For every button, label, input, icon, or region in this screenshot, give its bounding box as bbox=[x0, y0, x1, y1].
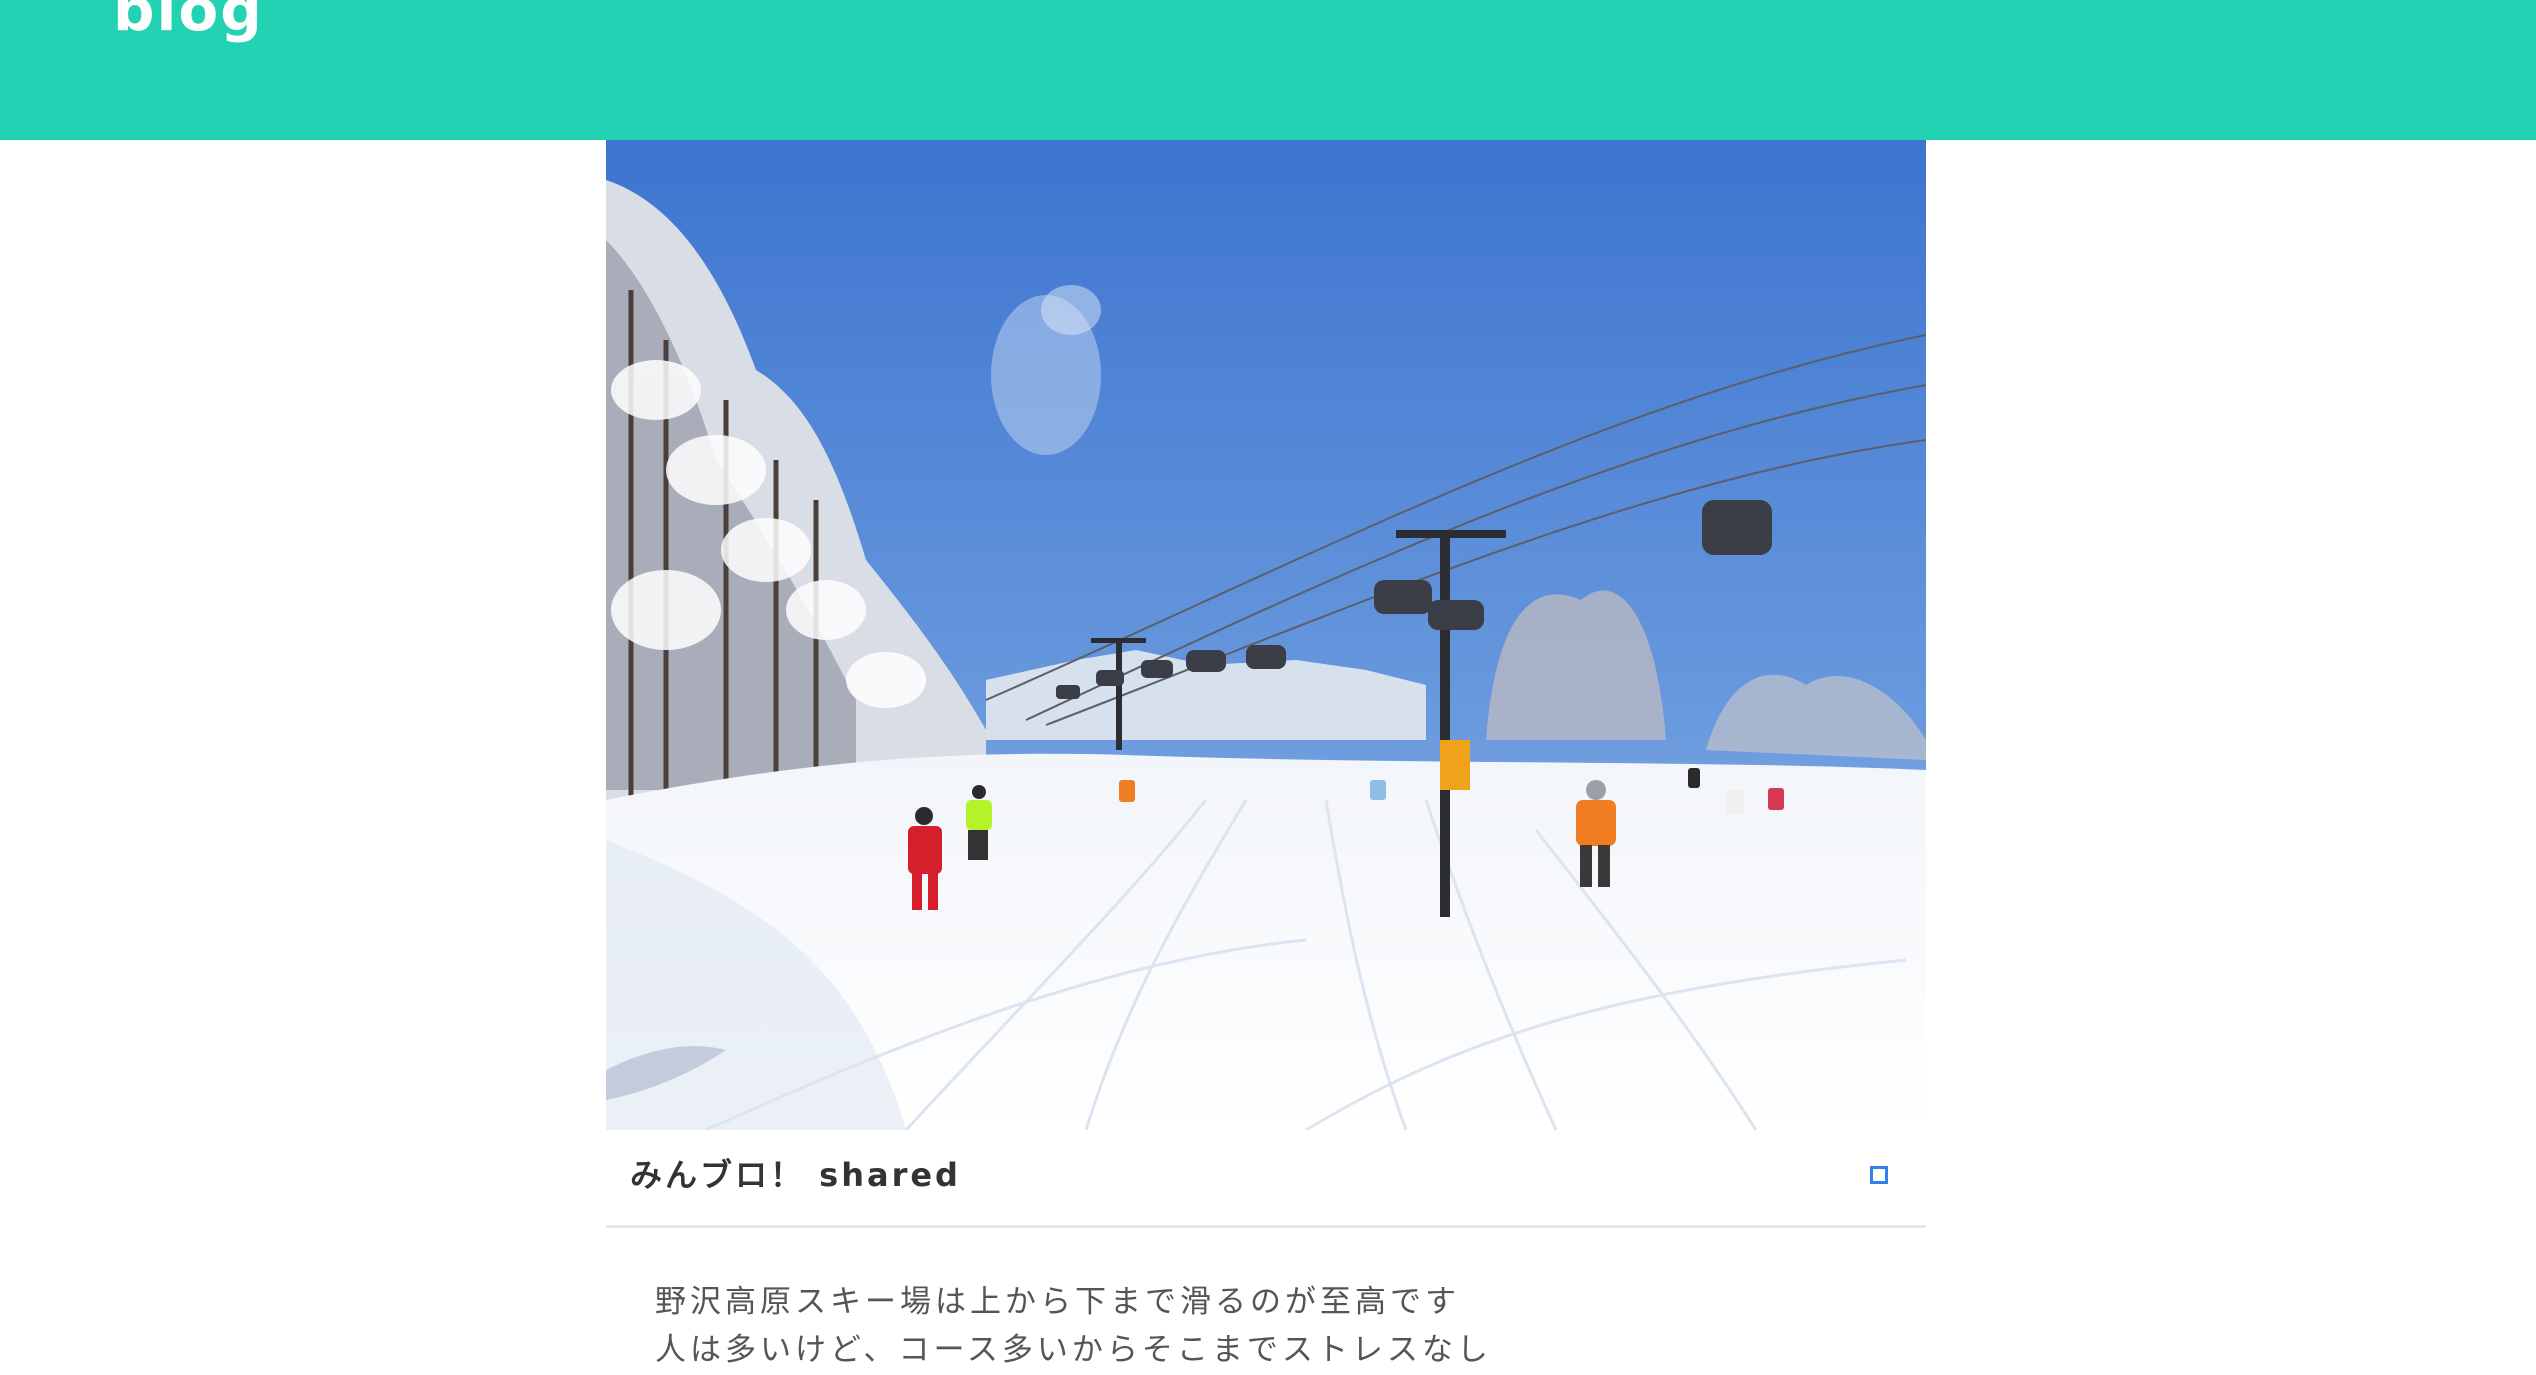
post-card-footer: みんブロ！ shared bbox=[606, 1130, 1926, 1228]
post-image[interactable] bbox=[606, 140, 1926, 1130]
post-card-title: みんブロ！ shared bbox=[630, 1156, 961, 1194]
post-body-line: 野沢高原スキー場は上から下まで滑るのが至高です bbox=[655, 1284, 1460, 1320]
site-logo-text[interactable]: blog bbox=[113, 0, 264, 50]
post-body-text: 野沢高原スキー場は上から下まで滑るのが至高です 人は多いけど、コース多いからそこ… bbox=[655, 1278, 1492, 1374]
post-body-line: 人は多いけど、コース多いからそこまでストレスなし bbox=[655, 1332, 1492, 1368]
square-outline-icon[interactable] bbox=[1870, 1166, 1888, 1184]
site-header: blog bbox=[0, 0, 2536, 140]
post-card: みんブロ！ shared bbox=[606, 140, 1926, 1228]
